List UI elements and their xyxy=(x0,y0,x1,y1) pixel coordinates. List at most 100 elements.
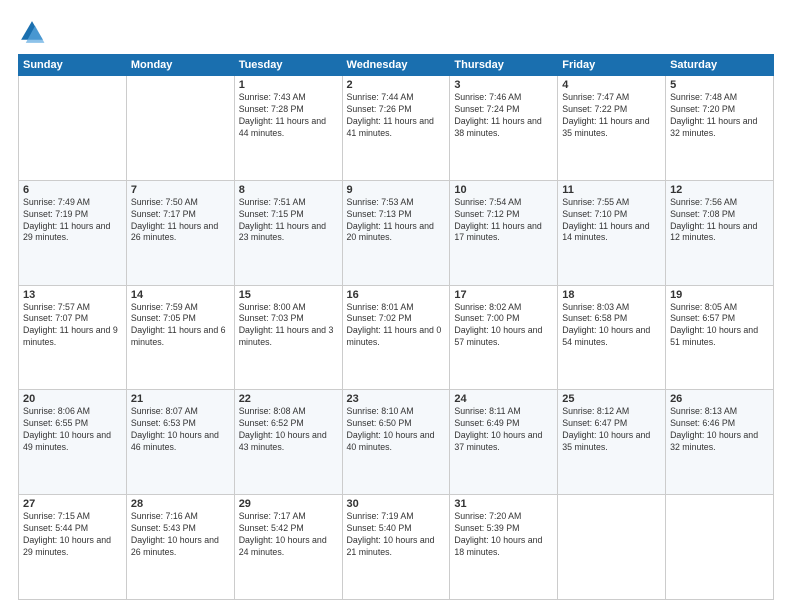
page: SundayMondayTuesdayWednesdayThursdayFrid… xyxy=(0,0,792,612)
calendar-cell: 23Sunrise: 8:10 AM Sunset: 6:50 PM Dayli… xyxy=(342,390,450,495)
calendar-cell: 15Sunrise: 8:00 AM Sunset: 7:03 PM Dayli… xyxy=(234,285,342,390)
day-info: Sunrise: 7:44 AM Sunset: 7:26 PM Dayligh… xyxy=(347,92,446,140)
day-number: 2 xyxy=(347,79,446,91)
day-number: 16 xyxy=(347,289,446,301)
calendar-cell: 24Sunrise: 8:11 AM Sunset: 6:49 PM Dayli… xyxy=(450,390,558,495)
day-number: 6 xyxy=(23,184,122,196)
day-info: Sunrise: 8:00 AM Sunset: 7:03 PM Dayligh… xyxy=(239,302,338,350)
calendar-cell: 26Sunrise: 8:13 AM Sunset: 6:46 PM Dayli… xyxy=(666,390,774,495)
day-info: Sunrise: 7:56 AM Sunset: 7:08 PM Dayligh… xyxy=(670,197,769,245)
day-info: Sunrise: 8:11 AM Sunset: 6:49 PM Dayligh… xyxy=(454,406,553,454)
calendar-cell xyxy=(19,76,127,181)
calendar-table: SundayMondayTuesdayWednesdayThursdayFrid… xyxy=(18,54,774,600)
day-info: Sunrise: 7:54 AM Sunset: 7:12 PM Dayligh… xyxy=(454,197,553,245)
weekday-header-saturday: Saturday xyxy=(666,55,774,76)
weekday-header-friday: Friday xyxy=(558,55,666,76)
day-number: 24 xyxy=(454,393,553,405)
calendar-cell: 30Sunrise: 7:19 AM Sunset: 5:40 PM Dayli… xyxy=(342,495,450,600)
day-number: 17 xyxy=(454,289,553,301)
day-number: 23 xyxy=(347,393,446,405)
day-number: 13 xyxy=(23,289,122,301)
calendar-cell: 19Sunrise: 8:05 AM Sunset: 6:57 PM Dayli… xyxy=(666,285,774,390)
weekday-header-thursday: Thursday xyxy=(450,55,558,76)
day-info: Sunrise: 8:07 AM Sunset: 6:53 PM Dayligh… xyxy=(131,406,230,454)
calendar-cell: 5Sunrise: 7:48 AM Sunset: 7:20 PM Daylig… xyxy=(666,76,774,181)
calendar-cell: 18Sunrise: 8:03 AM Sunset: 6:58 PM Dayli… xyxy=(558,285,666,390)
day-info: Sunrise: 7:20 AM Sunset: 5:39 PM Dayligh… xyxy=(454,511,553,559)
day-number: 7 xyxy=(131,184,230,196)
day-number: 19 xyxy=(670,289,769,301)
calendar-cell xyxy=(558,495,666,600)
day-info: Sunrise: 7:59 AM Sunset: 7:05 PM Dayligh… xyxy=(131,302,230,350)
day-info: Sunrise: 7:50 AM Sunset: 7:17 PM Dayligh… xyxy=(131,197,230,245)
calendar-cell: 29Sunrise: 7:17 AM Sunset: 5:42 PM Dayli… xyxy=(234,495,342,600)
day-info: Sunrise: 8:02 AM Sunset: 7:00 PM Dayligh… xyxy=(454,302,553,350)
calendar-week-4: 20Sunrise: 8:06 AM Sunset: 6:55 PM Dayli… xyxy=(19,390,774,495)
calendar-cell: 6Sunrise: 7:49 AM Sunset: 7:19 PM Daylig… xyxy=(19,180,127,285)
day-number: 31 xyxy=(454,498,553,510)
day-number: 1 xyxy=(239,79,338,91)
day-info: Sunrise: 7:15 AM Sunset: 5:44 PM Dayligh… xyxy=(23,511,122,559)
day-info: Sunrise: 7:53 AM Sunset: 7:13 PM Dayligh… xyxy=(347,197,446,245)
calendar-week-1: 1Sunrise: 7:43 AM Sunset: 7:28 PM Daylig… xyxy=(19,76,774,181)
calendar-cell: 31Sunrise: 7:20 AM Sunset: 5:39 PM Dayli… xyxy=(450,495,558,600)
logo-icon xyxy=(18,18,46,46)
day-number: 18 xyxy=(562,289,661,301)
calendar-cell: 2Sunrise: 7:44 AM Sunset: 7:26 PM Daylig… xyxy=(342,76,450,181)
calendar-cell: 14Sunrise: 7:59 AM Sunset: 7:05 PM Dayli… xyxy=(126,285,234,390)
calendar-cell: 28Sunrise: 7:16 AM Sunset: 5:43 PM Dayli… xyxy=(126,495,234,600)
weekday-header-sunday: Sunday xyxy=(19,55,127,76)
day-number: 28 xyxy=(131,498,230,510)
day-info: Sunrise: 8:13 AM Sunset: 6:46 PM Dayligh… xyxy=(670,406,769,454)
day-info: Sunrise: 7:47 AM Sunset: 7:22 PM Dayligh… xyxy=(562,92,661,140)
calendar-week-5: 27Sunrise: 7:15 AM Sunset: 5:44 PM Dayli… xyxy=(19,495,774,600)
calendar-cell: 21Sunrise: 8:07 AM Sunset: 6:53 PM Dayli… xyxy=(126,390,234,495)
day-number: 29 xyxy=(239,498,338,510)
day-number: 26 xyxy=(670,393,769,405)
calendar-week-3: 13Sunrise: 7:57 AM Sunset: 7:07 PM Dayli… xyxy=(19,285,774,390)
calendar-cell xyxy=(126,76,234,181)
day-number: 12 xyxy=(670,184,769,196)
calendar-body: 1Sunrise: 7:43 AM Sunset: 7:28 PM Daylig… xyxy=(19,76,774,600)
day-number: 25 xyxy=(562,393,661,405)
day-info: Sunrise: 7:51 AM Sunset: 7:15 PM Dayligh… xyxy=(239,197,338,245)
day-number: 11 xyxy=(562,184,661,196)
day-number: 5 xyxy=(670,79,769,91)
calendar-cell: 10Sunrise: 7:54 AM Sunset: 7:12 PM Dayli… xyxy=(450,180,558,285)
day-info: Sunrise: 7:16 AM Sunset: 5:43 PM Dayligh… xyxy=(131,511,230,559)
calendar-cell: 13Sunrise: 7:57 AM Sunset: 7:07 PM Dayli… xyxy=(19,285,127,390)
day-info: Sunrise: 7:43 AM Sunset: 7:28 PM Dayligh… xyxy=(239,92,338,140)
calendar-cell: 17Sunrise: 8:02 AM Sunset: 7:00 PM Dayli… xyxy=(450,285,558,390)
day-number: 20 xyxy=(23,393,122,405)
logo xyxy=(18,18,50,46)
day-number: 21 xyxy=(131,393,230,405)
weekday-header-tuesday: Tuesday xyxy=(234,55,342,76)
calendar-cell: 16Sunrise: 8:01 AM Sunset: 7:02 PM Dayli… xyxy=(342,285,450,390)
calendar-header: SundayMondayTuesdayWednesdayThursdayFrid… xyxy=(19,55,774,76)
day-number: 9 xyxy=(347,184,446,196)
day-info: Sunrise: 8:10 AM Sunset: 6:50 PM Dayligh… xyxy=(347,406,446,454)
calendar-cell: 4Sunrise: 7:47 AM Sunset: 7:22 PM Daylig… xyxy=(558,76,666,181)
calendar-week-2: 6Sunrise: 7:49 AM Sunset: 7:19 PM Daylig… xyxy=(19,180,774,285)
day-number: 27 xyxy=(23,498,122,510)
calendar-cell: 11Sunrise: 7:55 AM Sunset: 7:10 PM Dayli… xyxy=(558,180,666,285)
day-info: Sunrise: 8:03 AM Sunset: 6:58 PM Dayligh… xyxy=(562,302,661,350)
day-number: 14 xyxy=(131,289,230,301)
calendar-cell: 7Sunrise: 7:50 AM Sunset: 7:17 PM Daylig… xyxy=(126,180,234,285)
day-info: Sunrise: 7:46 AM Sunset: 7:24 PM Dayligh… xyxy=(454,92,553,140)
weekday-header-wednesday: Wednesday xyxy=(342,55,450,76)
weekday-row: SundayMondayTuesdayWednesdayThursdayFrid… xyxy=(19,55,774,76)
day-info: Sunrise: 8:06 AM Sunset: 6:55 PM Dayligh… xyxy=(23,406,122,454)
day-info: Sunrise: 7:17 AM Sunset: 5:42 PM Dayligh… xyxy=(239,511,338,559)
day-number: 22 xyxy=(239,393,338,405)
calendar-cell: 9Sunrise: 7:53 AM Sunset: 7:13 PM Daylig… xyxy=(342,180,450,285)
calendar-cell: 20Sunrise: 8:06 AM Sunset: 6:55 PM Dayli… xyxy=(19,390,127,495)
day-info: Sunrise: 7:49 AM Sunset: 7:19 PM Dayligh… xyxy=(23,197,122,245)
calendar-cell: 1Sunrise: 7:43 AM Sunset: 7:28 PM Daylig… xyxy=(234,76,342,181)
day-info: Sunrise: 7:57 AM Sunset: 7:07 PM Dayligh… xyxy=(23,302,122,350)
day-number: 4 xyxy=(562,79,661,91)
day-info: Sunrise: 8:08 AM Sunset: 6:52 PM Dayligh… xyxy=(239,406,338,454)
calendar-cell: 3Sunrise: 7:46 AM Sunset: 7:24 PM Daylig… xyxy=(450,76,558,181)
day-number: 15 xyxy=(239,289,338,301)
day-number: 10 xyxy=(454,184,553,196)
